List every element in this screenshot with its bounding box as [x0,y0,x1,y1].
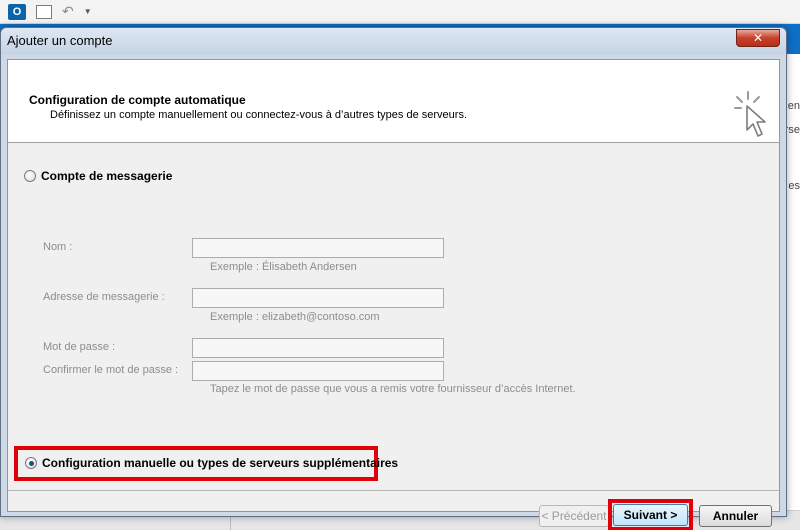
password-field[interactable] [192,338,444,358]
undo-icon[interactable]: ↶ [62,3,74,20]
footer-separator [8,490,779,491]
background-text-fragment: rse [784,124,800,136]
header-title: Configuration de compte automatique [29,93,246,107]
header-subtitle: Définissez un compte manuellement ou con… [50,109,467,121]
name-label: Nom : [43,241,73,253]
cancel-button[interactable]: Annuler [699,505,772,527]
confirm-password-field[interactable] [192,361,444,381]
radio-label-manual-config: Configuration manuelle ou types de serve… [42,456,399,470]
background-text-fragment: es [788,180,800,192]
radio-label-email-account: Compte de messagerie [41,169,173,183]
cursor-sparkle-icon [734,91,766,137]
confirm-password-label: Confirmer le mot de passe : [43,364,179,376]
email-field[interactable] [192,288,444,308]
customize-dropdown-icon[interactable]: ▼ [84,7,92,16]
email-label: Adresse de messagerie : [43,291,165,303]
password-hint: Tapez le mot de passe que vous a remis v… [210,383,576,395]
password-label: Mot de passe : [43,341,116,353]
radio-option-email-account[interactable]: Compte de messagerie [24,169,172,183]
back-button[interactable]: < Précédent [539,505,609,527]
outlook-logo-icon: O [8,3,26,20]
dialog-titlebar[interactable]: Ajouter un compte ✕ [1,28,786,54]
wizard-header: Configuration de compte automatique Défi… [8,60,779,143]
name-hint: Exemple : Élisabeth Andersen [210,261,357,273]
dialog-title: Ajouter un compte [7,33,113,48]
radio-manual-config[interactable] [25,457,37,469]
email-hint: Exemple : elizabeth@contoso.com [210,311,380,323]
dialog-client-area: Configuration de compte automatique Défi… [7,59,780,530]
radio-email-account[interactable] [24,170,36,182]
background-text-fragment: en [787,100,800,112]
send-receive-icon[interactable] [36,4,52,19]
next-button[interactable]: Suivant > [613,504,688,526]
close-button[interactable]: ✕ [736,29,780,47]
name-field[interactable] [192,238,444,258]
add-account-dialog: Ajouter un compte ✕ Configuration de com… [0,27,787,530]
quick-access-toolbar: O ↶ ▼ [0,0,800,24]
radio-option-manual-config[interactable]: Configuration manuelle ou types de serve… [25,456,398,470]
